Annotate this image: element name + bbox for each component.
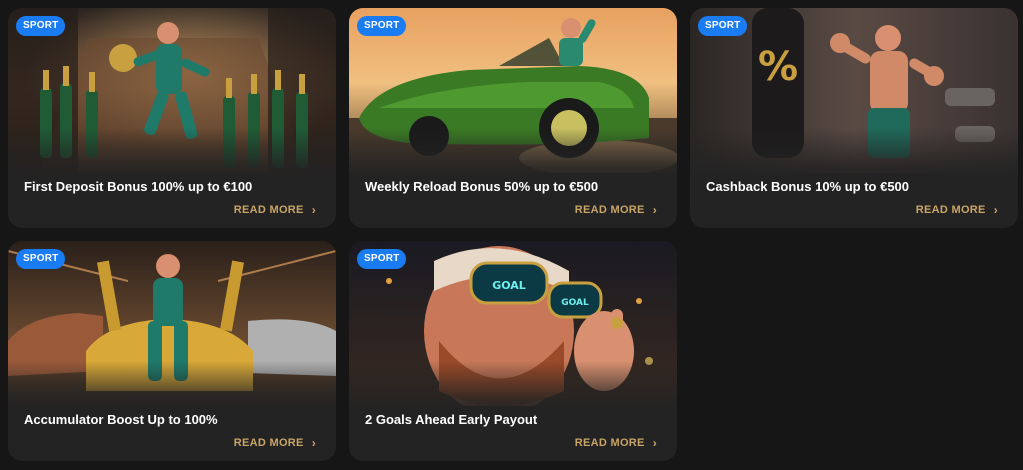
chevron-right-icon: › <box>993 203 998 217</box>
percent-sign: % <box>758 44 798 90</box>
chevron-right-icon: › <box>652 436 657 450</box>
promo-card-first-deposit[interactable]: SPORT First Deposit Bonus 100% up to €10… <box>8 8 336 228</box>
promo-title: 2 Goals Ahead Early Payout <box>365 412 538 427</box>
read-more-label: READ MORE <box>574 204 645 216</box>
sport-badge: SPORT <box>357 249 407 269</box>
read-more-link[interactable]: READ MORE › <box>575 203 657 217</box>
read-more-label: READ MORE <box>233 437 304 449</box>
promo-card-accumulator-boost[interactable]: SPORT Accumulator Boost Up to 100% READ … <box>8 241 336 461</box>
sport-badge: SPORT <box>16 249 66 269</box>
promo-card-cashback[interactable]: % SPORT Cashback Bonus 10% up to €500 RE… <box>690 8 1018 228</box>
sport-badge: SPORT <box>16 16 66 36</box>
read-more-label: READ MORE <box>574 437 645 449</box>
chevron-right-icon: › <box>311 203 316 217</box>
read-more-link[interactable]: READ MORE › <box>916 203 998 217</box>
chevron-right-icon: › <box>311 436 316 450</box>
read-more-label: READ MORE <box>915 204 986 216</box>
goal-text-left: GOAL <box>492 279 526 292</box>
sport-badge: SPORT <box>357 16 407 36</box>
read-more-link[interactable]: READ MORE › <box>234 203 316 217</box>
promo-title: Cashback Bonus 10% up to €500 <box>706 179 910 194</box>
promotions-grid: SPORT First Deposit Bonus 100% up to €10… <box>0 0 1023 470</box>
goal-text-right: GOAL <box>561 298 589 308</box>
promo-card-goals-ahead[interactable]: GOAL GOAL SPORT 2 Goals Ahead Early Payo… <box>349 241 677 461</box>
chevron-right-icon: › <box>652 203 657 217</box>
read-more-link[interactable]: READ MORE › <box>575 436 657 450</box>
promo-card-weekly-reload[interactable]: SPORT Weekly Reload Bonus 50% up to €500… <box>349 8 677 228</box>
read-more-label: READ MORE <box>233 204 304 216</box>
read-more-link[interactable]: READ MORE › <box>234 436 316 450</box>
sport-badge: SPORT <box>698 16 748 36</box>
promo-title: First Deposit Bonus 100% up to €100 <box>24 179 253 194</box>
promo-title: Accumulator Boost Up to 100% <box>24 412 218 427</box>
promo-title: Weekly Reload Bonus 50% up to €500 <box>365 179 599 194</box>
